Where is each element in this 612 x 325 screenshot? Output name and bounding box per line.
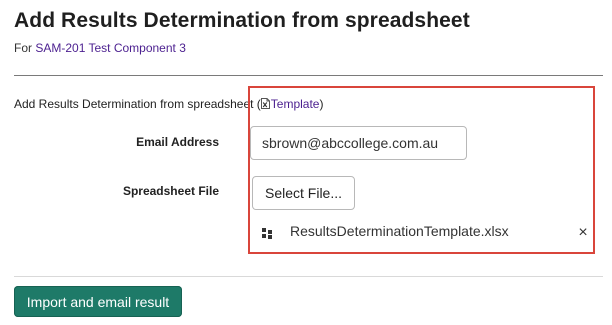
component-link[interactable]: SAM-201 Test Component 3 — [35, 41, 186, 55]
intro-text: Add Results Determination from spreadshe… — [14, 97, 323, 111]
excel-file-icon — [260, 98, 270, 109]
page-title: Add Results Determination from spreadshe… — [14, 9, 470, 32]
intro-close-paren: ) — [319, 97, 324, 111]
page-subtitle: For SAM-201 Test Component 3 — [14, 41, 186, 55]
header-divider — [14, 75, 603, 76]
import-and-email-button[interactable]: Import and email result — [14, 286, 182, 317]
selected-file-name: ResultsDeterminationTemplate.xlsx — [290, 223, 509, 239]
template-link-label: Template — [270, 97, 320, 111]
template-link[interactable]: Template — [260, 97, 320, 111]
spreadsheet-file-label: Spreadsheet File — [122, 184, 219, 198]
close-icon[interactable]: × — [576, 224, 590, 242]
email-address-label: Email Address — [136, 135, 219, 149]
selected-file-item: ResultsDeterminationTemplate.xlsx × — [258, 222, 594, 244]
file-grid-icon — [262, 228, 272, 239]
email-address-input[interactable] — [250, 126, 467, 160]
select-file-button[interactable]: Select File... — [252, 176, 355, 210]
footer-divider — [14, 276, 603, 277]
subtitle-prefix: For — [14, 41, 36, 55]
intro-label: Add Results Determination from spreadshe… — [14, 97, 261, 111]
